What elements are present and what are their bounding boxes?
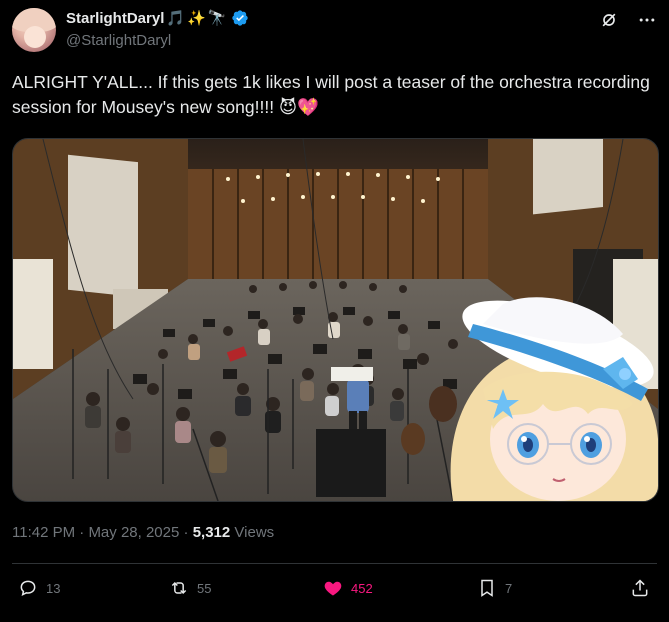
handle[interactable]: @StarlightDaryl (66, 32, 171, 49)
meta-separator: · (75, 524, 89, 541)
tweet-time[interactable]: 11:42 PM (12, 524, 75, 541)
meta-separator: · (179, 524, 193, 541)
more-icon[interactable] (637, 10, 657, 30)
retweet-icon (171, 581, 187, 595)
like-button[interactable]: 452 (323, 578, 373, 598)
share-icon (632, 579, 648, 597)
top-actions (599, 10, 657, 30)
reply-button[interactable]: 13 (18, 578, 60, 598)
orchestra-recording-photo (13, 139, 658, 501)
display-name[interactable]: StarlightDaryl 🎵 ✨ 🔭 (66, 9, 249, 27)
tweet-media-image[interactable] (12, 138, 659, 502)
heart-icon (324, 581, 342, 596)
tweet: StarlightDaryl 🎵 ✨ 🔭 @StarlightDaryl ALR… (0, 0, 669, 622)
telescope-emoji: 🔭 (207, 9, 227, 27)
repost-button[interactable]: 55 (169, 578, 211, 598)
views-count: 5,312 (192, 524, 231, 541)
like-count: 452 (351, 580, 373, 596)
repost-count: 55 (197, 580, 212, 596)
reply-count: 13 (46, 580, 61, 596)
tweet-meta: 11:42 PM · May 28, 2025 · 5,312 Views (12, 524, 274, 541)
reply-icon (20, 580, 36, 597)
verified-badge-icon (232, 10, 249, 26)
bookmark-button[interactable]: 7 (477, 578, 512, 598)
action-bar: 13 55 452 7 (0, 578, 669, 608)
share-button[interactable] (630, 578, 650, 598)
display-name-text: StarlightDaryl (66, 9, 165, 27)
grok-icon[interactable] (599, 10, 619, 30)
bookmark-icon (481, 579, 493, 597)
views-label: Views (234, 524, 275, 541)
tweet-text: ALRIGHT Y'ALL... If this gets 1k likes I… (12, 72, 650, 117)
bookmark-count: 7 (505, 580, 513, 596)
divider (12, 563, 657, 564)
music-note-emoji: 🎵 (166, 9, 186, 27)
tweet-date[interactable]: May 28, 2025 (88, 524, 179, 541)
avatar[interactable] (12, 8, 56, 52)
sparkles-emoji: ✨ (187, 9, 206, 27)
